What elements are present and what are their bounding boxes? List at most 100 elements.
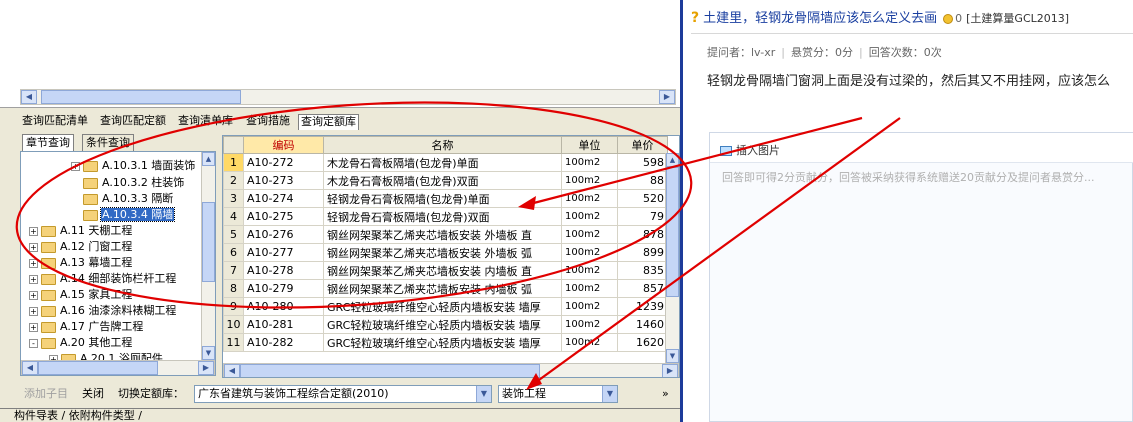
tree-node-selected[interactable]: A.10.3.4 隔墙 — [83, 207, 176, 223]
row-number: 3 — [223, 189, 244, 208]
question-title[interactable]: 土建里，轻钢龙骨隔墙应该怎么定义去画 — [703, 11, 937, 26]
cell-unit: 100m2 — [561, 333, 618, 352]
scroll-thumb[interactable] — [38, 361, 158, 375]
scroll-thumb[interactable] — [41, 90, 241, 104]
grid-horizontal-scrollbar[interactable]: ◀ ▶ — [223, 363, 679, 377]
folder-icon — [83, 177, 98, 189]
cell-price: 1239 — [617, 297, 668, 316]
cell-unit: 100m2 — [561, 207, 618, 226]
tab-chapter-search[interactable]: 章节查询 — [22, 134, 74, 152]
scroll-thumb[interactable] — [666, 167, 679, 297]
grid-vertical-scrollbar[interactable]: ▲ ▼ — [665, 153, 679, 363]
cell-price: 520 — [617, 189, 668, 208]
column-header-name[interactable]: 名称 — [323, 136, 562, 154]
cell-price: 598 — [617, 153, 668, 172]
tree-node[interactable]: + A.17 广告牌工程 — [29, 319, 144, 335]
scroll-up-icon[interactable]: ▲ — [202, 152, 215, 166]
coin-icon — [943, 13, 954, 24]
expand-icon[interactable]: + — [29, 258, 38, 268]
expand-icon[interactable]: + — [29, 226, 38, 236]
table-row[interactable]: 9 A10-280 GRC轻粒玻璃纤维空心轻质内墙板安装 墙厚 100m2 1239 — [223, 297, 668, 316]
row-number: 10 — [223, 315, 244, 334]
upper-horizontal-scrollbar[interactable]: ◀ ▶ — [20, 89, 676, 105]
question-category[interactable]: [土建算量GCL2013] — [966, 12, 1069, 25]
scroll-right-icon[interactable]: ▶ — [659, 90, 675, 104]
expand-icon[interactable]: + — [29, 306, 38, 316]
tree-node[interactable]: + A.10.3.1 墙面装饰 — [71, 158, 196, 174]
cell-price: 1460 — [617, 315, 668, 334]
answer-placeholder[interactable]: 回答即可得2分贡献分，回答被采纳获得系统赠送20贡献分及提问者悬赏分... — [722, 169, 1132, 185]
more-button[interactable]: » — [662, 386, 669, 402]
tree-node[interactable]: A.10.3.2 柱装饰 — [83, 175, 185, 191]
scroll-left-icon[interactable]: ◀ — [21, 90, 37, 104]
column-header-unit[interactable]: 单位 — [561, 136, 618, 154]
tab-condition-search[interactable]: 条件查询 — [82, 134, 134, 152]
column-header-code[interactable]: 编码 — [243, 136, 324, 154]
reward: 悬赏分：0分 — [791, 46, 853, 59]
table-row[interactable]: 3 A10-274 轻钢龙骨石膏板隔墙(包龙骨)单面 100m2 520 — [223, 189, 668, 208]
table-row[interactable]: 6 A10-277 钢丝网架聚苯乙烯夹芯墙板安装 外墙板 弧 100m2 899 — [223, 243, 668, 262]
row-number: 6 — [223, 243, 244, 262]
collapse-icon[interactable]: - — [29, 338, 38, 348]
tree-node[interactable]: + A.14 细部装饰栏杆工程 — [29, 271, 177, 287]
tree-node[interactable]: A.10.3.3 隔断 — [83, 191, 174, 207]
table-row[interactable]: 2 A10-273 木龙骨石膏板隔墙(包龙骨)双面 100m2 88 — [223, 171, 668, 190]
tab-match-quota[interactable]: 查询匹配定额 — [98, 114, 168, 130]
scroll-thumb[interactable] — [202, 202, 215, 282]
table-row[interactable]: 5 A10-276 钢丝网架聚苯乙烯夹芯墙板安装 外墙板 直 100m2 878 — [223, 225, 668, 244]
expand-icon[interactable]: + — [29, 290, 38, 300]
cell-name: 木龙骨石膏板隔墙(包龙骨)单面 — [323, 153, 562, 172]
tab-measures[interactable]: 查询措施 — [244, 114, 292, 130]
row-number: 1 — [223, 153, 244, 172]
folder-icon — [83, 160, 98, 172]
tree-node[interactable]: + A.13 幕墙工程 — [29, 255, 133, 271]
tab-quota-library[interactable]: 查询定额库 — [298, 114, 359, 130]
chevron-down-icon[interactable]: ▼ — [476, 386, 491, 402]
tree-node[interactable]: + A.12 门窗工程 — [29, 239, 133, 255]
scroll-down-icon[interactable]: ▼ — [202, 346, 215, 360]
answer-count: 回答次数：0次 — [868, 46, 942, 59]
query-tab-bar: 查询匹配清单 查询匹配定额 查询清单库 查询措施 查询定额库 — [0, 112, 680, 130]
profession-select[interactable]: 装饰工程 ▼ — [498, 385, 618, 403]
scroll-thumb[interactable] — [240, 364, 540, 377]
tab-list-library[interactable]: 查询清单库 — [176, 114, 235, 130]
insert-image-button[interactable]: 插入图片 — [720, 142, 780, 158]
tree-vertical-scrollbar[interactable]: ▲ ▼ — [201, 152, 215, 360]
scroll-down-icon[interactable]: ▼ — [666, 349, 679, 363]
answer-editor[interactable]: 插入图片 回答即可得2分贡献分，回答被采纳获得系统赠送20贡献分及提问者悬赏分.… — [709, 132, 1133, 422]
cell-code: A10-280 — [243, 297, 324, 316]
tab-match-list[interactable]: 查询匹配清单 — [20, 114, 90, 130]
scroll-left-icon[interactable]: ◀ — [22, 361, 38, 375]
tree-node[interactable]: + A.11 天棚工程 — [29, 223, 133, 239]
row-number: 9 — [223, 297, 244, 316]
tree-node[interactable]: + A.16 油漆涂料裱糊工程 — [29, 303, 177, 319]
table-row[interactable]: 8 A10-279 钢丝网架聚苯乙烯夹芯墙板安装 内墙板 弧 100m2 857 — [223, 279, 668, 298]
tree-node[interactable]: - A.20 其他工程 — [29, 335, 133, 351]
component-tabs[interactable]: 构件导表 / 依附构件类型 / — [14, 410, 142, 422]
tree-node[interactable]: + A.15 家具工程 — [29, 287, 133, 303]
expand-icon[interactable]: + — [29, 242, 38, 252]
tree-horizontal-scrollbar[interactable]: ◀ ▶ — [21, 360, 215, 375]
quota-software-window: ◀ ▶ 查询匹配清单 查询匹配定额 查询清单库 查询措施 查询定额库 章节查询 … — [0, 0, 680, 422]
table-row[interactable]: 11 A10-282 GRC轻粒玻璃纤维空心轻质内墙板安装 墙厚 100m2 1620 — [223, 333, 668, 352]
close-button[interactable]: 关闭 — [82, 386, 104, 402]
table-row[interactable]: 7 A10-278 钢丝网架聚苯乙烯夹芯墙板安装 内墙板 直 100m2 835 — [223, 261, 668, 280]
scroll-up-icon[interactable]: ▲ — [666, 153, 679, 167]
scroll-right-icon[interactable]: ▶ — [662, 364, 678, 377]
cell-code: A10-281 — [243, 315, 324, 334]
expand-icon[interactable]: + — [71, 161, 80, 171]
table-row[interactable]: 1 A10-272 木龙骨石膏板隔墙(包龙骨)单面 100m2 598 — [223, 153, 668, 172]
table-row[interactable]: 10 A10-281 GRC轻粒玻璃纤维空心轻质内墙板安装 墙厚 100m2 1460 — [223, 315, 668, 334]
row-number: 11 — [223, 333, 244, 352]
scroll-left-icon[interactable]: ◀ — [224, 364, 240, 377]
scroll-right-icon[interactable]: ▶ — [198, 361, 214, 375]
row-number: 4 — [223, 207, 244, 226]
quota-library-select[interactable]: 广东省建筑与装饰工程综合定额(2010) ▼ — [194, 385, 492, 403]
chevron-down-icon[interactable]: ▼ — [602, 386, 617, 402]
qa-webpage: ? 土建里，轻钢龙骨隔墙应该怎么定义去画 0 [土建算量GCL2013] 提问者：lv… — [683, 0, 1133, 422]
expand-icon[interactable]: + — [29, 322, 38, 332]
expand-icon[interactable]: + — [29, 274, 38, 284]
table-row[interactable]: 4 A10-275 轻钢龙骨石膏板隔墙(包龙骨)双面 100m2 79 — [223, 207, 668, 226]
column-header-price[interactable]: 单价 — [617, 136, 668, 154]
add-child-button[interactable]: 添加子目 — [24, 386, 68, 402]
